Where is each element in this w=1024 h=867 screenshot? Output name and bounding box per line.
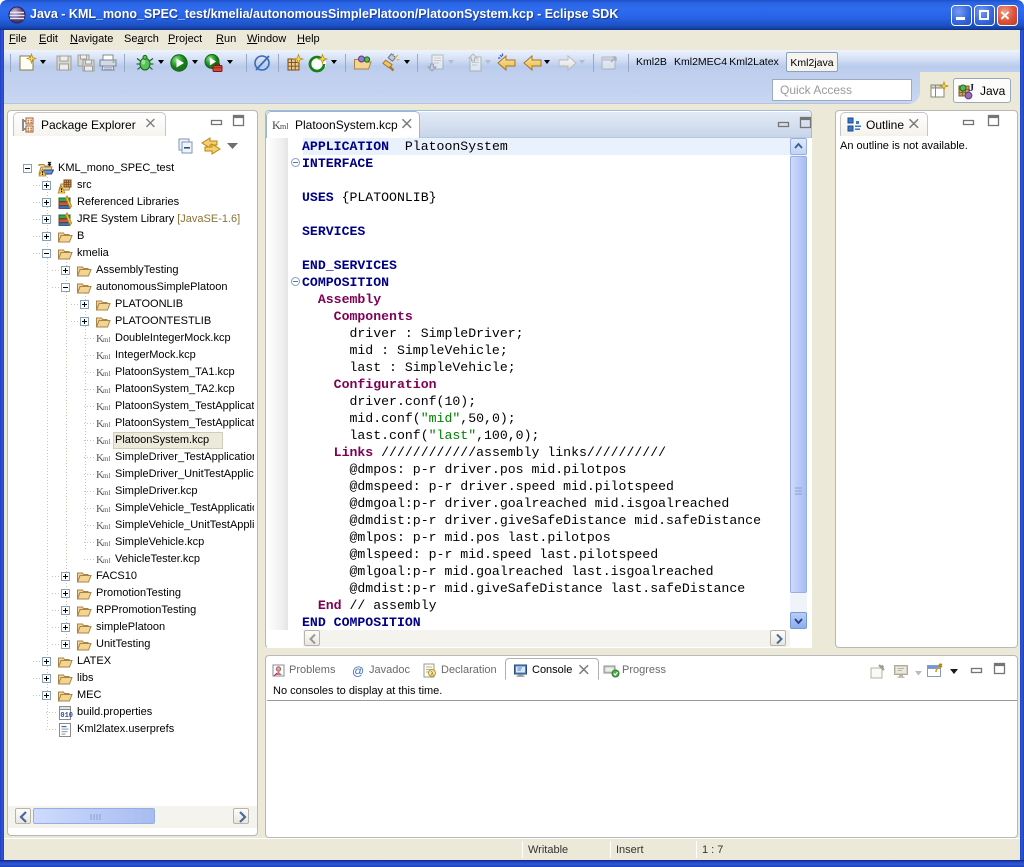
svg-text:ml: ml [103, 370, 110, 378]
svg-text:ml: ml [103, 455, 110, 463]
svg-text:ml: ml [103, 540, 110, 548]
svg-text:ml: ml [103, 421, 110, 429]
svg-text:ml: ml [103, 523, 110, 531]
svg-text:ml: ml [103, 404, 110, 412]
svg-text:ml: ml [103, 438, 110, 446]
svg-text:ml: ml [103, 472, 110, 480]
svg-text:ml: ml [103, 489, 110, 497]
svg-text:ml: ml [103, 387, 110, 395]
svg-text:ml: ml [103, 353, 110, 361]
svg-text:ml: ml [280, 122, 289, 131]
svg-text:ml: ml [103, 336, 110, 344]
svg-text:λ: λ [431, 671, 434, 677]
svg-text:ml: ml [103, 506, 110, 514]
svg-text:010: 010 [60, 712, 73, 720]
svg-text:ml: ml [103, 557, 110, 565]
